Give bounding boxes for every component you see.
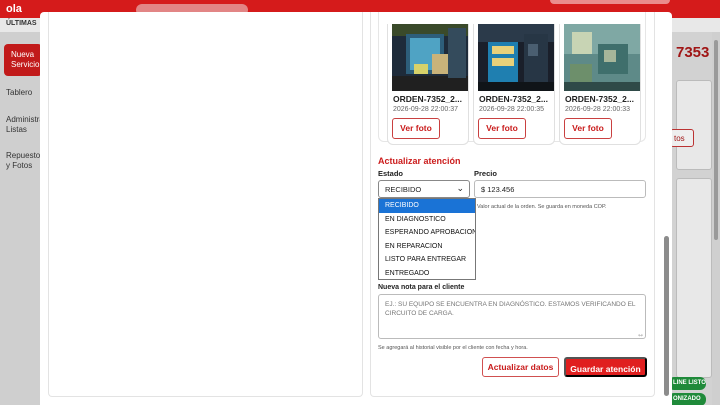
estado-option-listo-para-entregar[interactable]: LISTO PARA ENTREGAR — [379, 253, 475, 267]
precio-hint: Valor actual de la orden. Se guarda en m… — [477, 204, 607, 210]
ver-foto-button[interactable]: Ver foto — [392, 118, 440, 139]
actualizar-datos-button[interactable]: Actualizar datos — [482, 357, 559, 377]
sidebar-item-tablero: Tablero — [6, 88, 33, 97]
estado-option-en-diagnostico[interactable]: EN DIAGNOSTICO — [379, 213, 475, 227]
estado-dropdown-list: RECIBIDO EN DIAGNOSTICO ESPERANDO APROBA… — [378, 198, 476, 280]
photo-name: ORDEN-7352_2... — [479, 94, 548, 104]
order-number: 7353 — [676, 44, 710, 61]
photo-thumbnail — [478, 24, 554, 91]
estado-option-recibido[interactable]: RECIBIDO — [379, 199, 475, 213]
chevron-down-icon: ⌄ — [456, 183, 464, 193]
sidebar-item-administrar-listas: Administrar Listas — [6, 115, 47, 134]
precio-input[interactable]: $ 123.456 — [474, 180, 646, 198]
resize-handle-icon[interactable]: ⇿ — [638, 332, 643, 339]
app-top-button — [550, 0, 670, 4]
photo-card: ORDEN-7352_2... 2026-09-28 22:00:37 Ver … — [387, 24, 469, 145]
status-badge-autorizado: ONIZADO — [668, 393, 706, 405]
app-logo: ola — [6, 3, 22, 15]
photo-name: ORDEN-7352_2... — [565, 94, 634, 104]
photos-gallery: ORDEN-7352_2... 2026-09-28 22:00:37 Ver … — [378, 12, 646, 145]
right-card-2 — [676, 178, 712, 378]
nota-label: Nueva nota para el cliente — [378, 284, 465, 291]
right-card — [676, 80, 712, 170]
estado-option-en-reparacion[interactable]: EN REPARACION — [379, 240, 475, 254]
photo-thumbnail — [392, 24, 468, 91]
datos-button-bg: tos — [670, 129, 694, 147]
photo-card: ORDEN-7352_2... 2026-09-28 22:00:33 Ver … — [559, 24, 641, 145]
photo-date: 2026-09-28 22:00:35 — [479, 106, 544, 113]
photo-date: 2026-09-28 22:00:37 — [393, 106, 458, 113]
estado-option-entregado[interactable]: ENTREGADO — [379, 267, 475, 281]
page-scrollbar-thumb — [714, 40, 718, 240]
guardar-atencion-button[interactable]: Guardar atención — [564, 357, 647, 377]
photo-card: ORDEN-7352_2... 2026-09-28 22:00:35 Ver … — [473, 24, 555, 145]
estado-select[interactable]: RECIBIDO ⌄ — [378, 180, 470, 198]
nota-hint: Se agregará al historial visible por el … — [378, 345, 528, 351]
precio-label: Precio — [474, 169, 497, 178]
section-title-actualizar: Actualizar atención — [378, 156, 461, 166]
ver-foto-button[interactable]: Ver foto — [478, 118, 526, 139]
modal-left-panel — [48, 12, 363, 397]
status-badge-listo: LINE LISTO — [668, 377, 706, 390]
photo-name: ORDEN-7352_2... — [393, 94, 462, 104]
photo-date: 2026-09-28 22:00:33 — [565, 106, 630, 113]
sidebar-item-repuestos: Repuestos y Fotos — [6, 151, 45, 170]
estado-select-value: RECIBIDO — [385, 185, 422, 194]
subbar-title: ÚLTIMAS — [6, 20, 37, 27]
modal-scrollbar-thumb[interactable] — [664, 236, 669, 396]
sidebar-item-nuevo-servicio: Nueva Servicio — [4, 44, 42, 76]
estado-label: Estado — [378, 169, 404, 178]
photo-thumbnail — [564, 24, 640, 91]
nota-textarea[interactable] — [378, 294, 646, 339]
ver-foto-button[interactable]: Ver foto — [564, 118, 612, 139]
estado-option-esperando-aprobacion[interactable]: ESPERANDO APROBACION — [379, 226, 475, 240]
